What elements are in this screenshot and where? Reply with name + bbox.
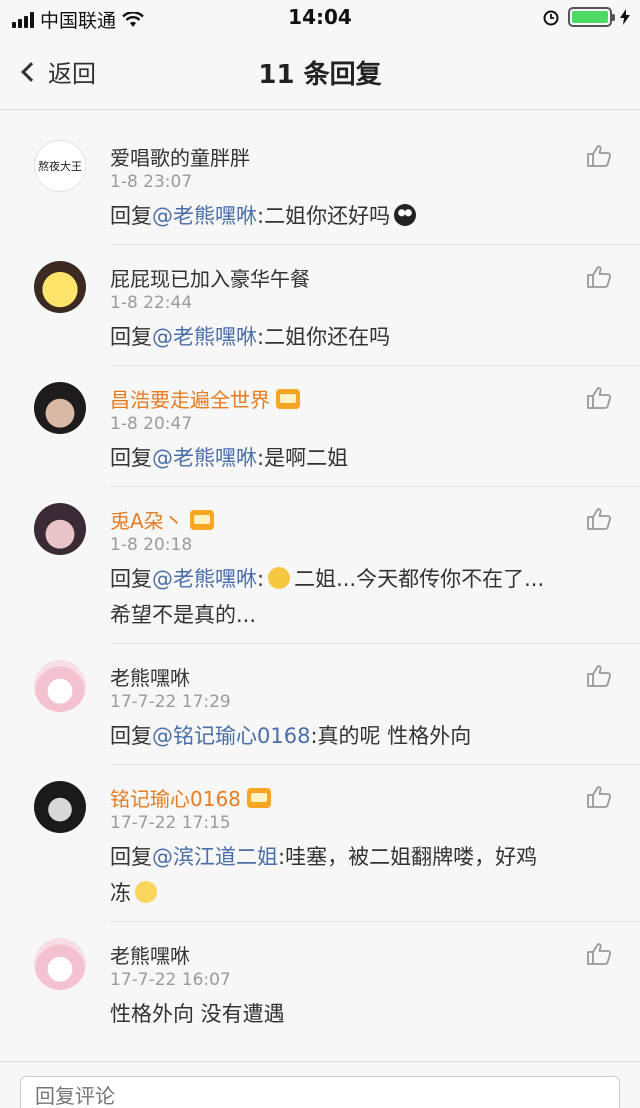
like-icon[interactable] xyxy=(586,144,612,168)
reply-prefix: 回复 xyxy=(110,724,152,748)
avatar[interactable] xyxy=(34,938,86,990)
avatar[interactable] xyxy=(34,503,86,555)
username[interactable]: 老熊嘿咻 xyxy=(110,940,190,969)
vip-crown-icon xyxy=(276,388,300,409)
username[interactable]: 昌浩要走遍全世界 xyxy=(110,384,300,413)
nav-bar: 返回 11 条回复 xyxy=(0,36,640,110)
comment-item: 屁屁现已加入豪华午餐 1-8 22:44 回复@老熊嘿咻:二姐你还在吗 xyxy=(0,245,640,366)
status-bar: 中国联通 14:04 xyxy=(0,0,640,36)
mention-link[interactable]: @老熊嘿咻 xyxy=(152,325,257,349)
smile-emoji-icon xyxy=(135,881,157,903)
like-icon[interactable] xyxy=(586,664,612,688)
comment-list[interactable]: 熬夜大王 爱唱歌的童胖胖 1-8 23:07 回复@老熊嘿咻:二姐你还好吗 屁屁… xyxy=(0,124,640,1061)
comment-body: :二姐你还在吗 xyxy=(257,325,391,349)
comment-time: 1-8 20:47 xyxy=(110,414,193,434)
comment-text: 回复@老熊嘿咻:二姐你还在吗 xyxy=(110,319,620,355)
username[interactable]: 爱唱歌的童胖胖 xyxy=(110,142,250,171)
reply-prefix: 回复 xyxy=(110,845,152,869)
comment-body-line2: 希望不是真的... xyxy=(110,603,257,627)
avatar[interactable]: 熬夜大王 xyxy=(34,140,86,192)
username-text: 铭记瑜心0168 xyxy=(110,787,241,811)
comment-body: :二姐你还好吗 xyxy=(257,204,391,228)
mention-link[interactable]: @铭记瑜心0168 xyxy=(152,724,310,748)
comment-body: :是啊二姐 xyxy=(257,446,349,470)
comment-text: 回复@铭记瑜心0168:真的呢 性格外向 xyxy=(110,718,620,754)
like-icon[interactable] xyxy=(586,265,612,289)
comment-time: 17-7-22 16:07 xyxy=(110,970,231,990)
comment-text: 回复@老熊嘿咻:是啊二姐 xyxy=(110,440,620,476)
vip-crown-icon xyxy=(189,509,214,530)
comment-item: 兎A朶丶 1-8 20:18 回复@老熊嘿咻: 二姐...今天都传你不在了... 希… xyxy=(0,487,640,644)
like-icon[interactable] xyxy=(586,386,612,410)
reply-prefix: 回复 xyxy=(110,204,152,228)
username[interactable]: 铭记瑜心0168 xyxy=(110,783,271,812)
comment-time: 1-8 20:18 xyxy=(110,535,193,555)
avatar[interactable] xyxy=(34,781,86,833)
mention-link[interactable]: @老熊嘿咻 xyxy=(152,567,257,591)
comment-time: 1-8 23:07 xyxy=(110,172,193,192)
charging-icon xyxy=(620,9,630,25)
like-icon[interactable] xyxy=(586,785,612,809)
like-icon[interactable] xyxy=(586,507,612,531)
emoji-icon xyxy=(394,204,417,226)
comment-item: 熬夜大王 爱唱歌的童胖胖 1-8 23:07 回复@老熊嘿咻:二姐你还好吗 xyxy=(0,124,640,245)
avatar[interactable] xyxy=(34,382,86,434)
page-title: 11 条回复 xyxy=(258,60,382,90)
comment-item: 老熊嘿咻 17-7-22 17:29 回复@铭记瑜心0168:真的呢 性格外向 xyxy=(0,644,640,765)
vip-crown-icon xyxy=(246,787,271,808)
username-text: 昌浩要走遍全世界 xyxy=(110,388,270,412)
crying-emoji-icon xyxy=(268,567,291,589)
username[interactable]: 兎A朶丶 xyxy=(110,505,214,534)
comment-body: 性格外向 没有遭遇 xyxy=(110,1002,285,1026)
avatar-text: 熬夜大王 xyxy=(38,160,82,173)
reply-prefix: 回复 xyxy=(110,325,152,349)
comment-body: :真的呢 性格外向 xyxy=(310,724,472,748)
comment-body: 二姐...今天都传你不在了... xyxy=(294,567,545,591)
alarm-icon xyxy=(543,10,559,26)
comment-item: 老熊嘿咻 17-7-22 16:07 性格外向 没有遭遇 xyxy=(0,922,640,1061)
battery-icon xyxy=(568,7,615,27)
comment-text: 回复@老熊嘿咻: 二姐...今天都传你不在了... 希望不是真的... xyxy=(110,561,620,633)
username-text: 兎A朶丶 xyxy=(110,509,184,533)
reply-input[interactable] xyxy=(20,1076,620,1108)
mention-link[interactable]: @老熊嘿咻 xyxy=(152,446,257,470)
comment-time: 17-7-22 17:29 xyxy=(110,692,231,712)
comment-text: 性格外向 没有遭遇 xyxy=(110,996,620,1032)
username[interactable]: 老熊嘿咻 xyxy=(110,662,190,691)
avatar[interactable] xyxy=(34,261,86,313)
colon: : xyxy=(257,567,265,591)
mention-link[interactable]: @老熊嘿咻 xyxy=(152,204,257,228)
comment-item: 昌浩要走遍全世界 1-8 20:47 回复@老熊嘿咻:是啊二姐 xyxy=(0,366,640,487)
reply-prefix: 回复 xyxy=(110,446,152,470)
comment-time: 17-7-22 17:15 xyxy=(110,813,231,833)
comment-body: :哇塞，被二姐翻牌喽，好鸡 xyxy=(278,845,538,869)
comment-text: 回复@滨江道二姐:哇塞，被二姐翻牌喽，好鸡冻 xyxy=(110,839,620,911)
status-right xyxy=(542,7,630,27)
comment-body-line2: 冻 xyxy=(110,881,131,905)
like-icon[interactable] xyxy=(586,942,612,966)
comment-item: 铭记瑜心0168 17-7-22 17:15 回复@滨江道二姐:哇塞，被二姐翻牌… xyxy=(0,765,640,922)
comment-time: 1-8 22:44 xyxy=(110,293,193,313)
reply-prefix: 回复 xyxy=(110,567,152,591)
username[interactable]: 屁屁现已加入豪华午餐 xyxy=(110,263,310,292)
avatar[interactable] xyxy=(34,660,86,712)
comment-text: 回复@老熊嘿咻:二姐你还好吗 xyxy=(110,198,620,234)
reply-bar xyxy=(0,1061,640,1108)
mention-link[interactable]: @滨江道二姐 xyxy=(152,845,278,869)
